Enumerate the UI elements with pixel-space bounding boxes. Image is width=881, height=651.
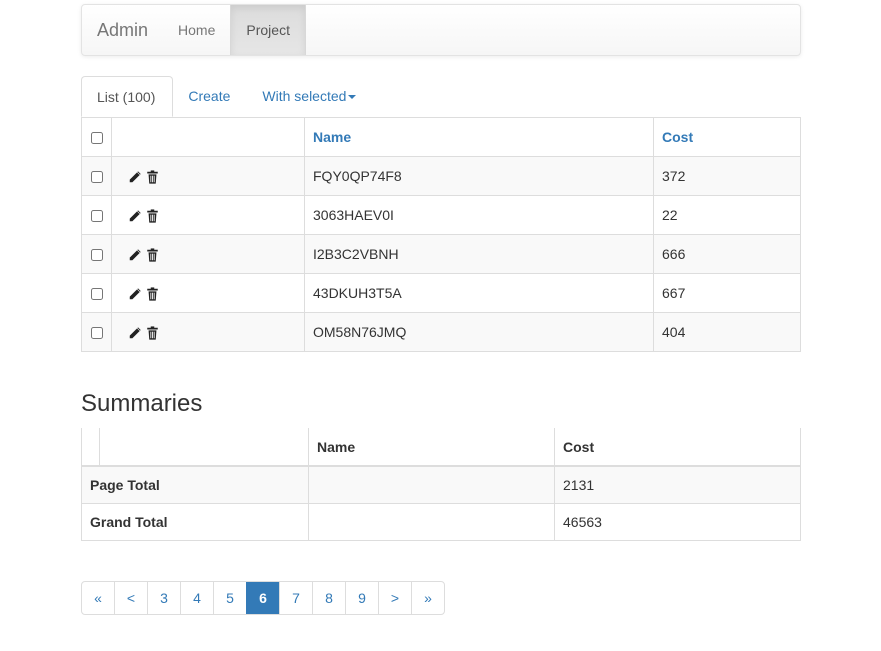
tab-bar: List (100) Create With selected [81, 76, 801, 117]
select-all-cell [81, 117, 112, 157]
row-cost: 667 [653, 273, 801, 313]
delete-button[interactable] [146, 285, 159, 301]
sort-name-link[interactable]: Name [313, 129, 351, 145]
summaries-label-header [99, 428, 309, 467]
row-checkbox[interactable] [90, 327, 103, 340]
row-cost: 372 [653, 156, 801, 196]
page-8[interactable]: 8 [312, 582, 345, 614]
trash-icon [147, 248, 158, 262]
summaries-name-header: Name [308, 428, 555, 467]
pencil-icon [129, 171, 141, 183]
pagination: « < 3 4 5 6 7 8 9 > » [81, 581, 445, 615]
brand-link[interactable]: Admin [82, 5, 163, 55]
summary-row-grand-total: Grand Total 46563 [81, 502, 801, 541]
row-cost: 404 [653, 312, 801, 352]
summaries-title: Summaries [81, 390, 203, 417]
row-actions [111, 156, 305, 196]
row-name: 43DKUH3T5A [304, 273, 654, 313]
edit-button[interactable] [128, 285, 142, 301]
delete-button[interactable] [146, 207, 159, 223]
actions-header [111, 117, 305, 157]
row-actions [111, 312, 305, 352]
summary-cost: 2131 [554, 465, 801, 504]
row-name: OM58N76JMQ [304, 312, 654, 352]
trash-icon [147, 209, 158, 223]
table-row: I2B3C2VBNH 666 [81, 234, 801, 274]
tab-create[interactable]: Create [173, 76, 247, 117]
nav-project[interactable]: Project [230, 5, 306, 55]
table-row: FQY0QP74F8 372 [81, 156, 801, 196]
navbar: Admin Home Project [81, 4, 801, 56]
edit-button[interactable] [128, 246, 142, 262]
page-3[interactable]: 3 [147, 582, 180, 614]
row-select-cell [81, 156, 112, 196]
tab-with-selected[interactable]: With selected [247, 76, 373, 117]
row-checkbox[interactable] [90, 288, 103, 301]
nav-home[interactable]: Home [163, 5, 230, 55]
row-actions [111, 195, 305, 235]
row-cost: 666 [653, 234, 801, 274]
row-checkbox[interactable] [90, 171, 103, 184]
row-name: FQY0QP74F8 [304, 156, 654, 196]
summaries-blank-header [81, 428, 100, 467]
row-actions [111, 273, 305, 313]
row-checkbox[interactable] [90, 249, 103, 262]
pencil-icon [129, 249, 141, 261]
pencil-icon [129, 210, 141, 222]
table-header-row: Name Cost [81, 117, 801, 157]
edit-button[interactable] [128, 207, 142, 223]
page-7[interactable]: 7 [279, 582, 312, 614]
cost-header[interactable]: Cost [653, 117, 801, 157]
row-select-cell [81, 195, 112, 235]
summary-label: Grand Total [81, 502, 309, 541]
list-table: Name Cost FQY0QP74F8 372 3063HAEV0I 22 I… [81, 117, 801, 352]
page-last[interactable]: » [411, 582, 444, 614]
row-select-cell [81, 273, 112, 313]
delete-button[interactable] [146, 168, 159, 184]
select-all-checkbox[interactable] [90, 132, 103, 145]
page-first[interactable]: « [82, 582, 114, 614]
trash-icon [147, 326, 158, 340]
page-4[interactable]: 4 [180, 582, 213, 614]
edit-button[interactable] [128, 324, 142, 340]
page-prev[interactable]: < [114, 582, 147, 614]
page-6-current[interactable]: 6 [246, 582, 279, 614]
delete-button[interactable] [146, 324, 159, 340]
table-row: OM58N76JMQ 404 [81, 312, 801, 352]
edit-button[interactable] [128, 168, 142, 184]
summaries-cost-header: Cost [554, 428, 801, 467]
row-name: I2B3C2VBNH [304, 234, 654, 274]
row-actions [111, 234, 305, 274]
row-checkbox[interactable] [90, 210, 103, 223]
with-selected-label: With selected [262, 88, 347, 104]
tab-list[interactable]: List (100) [81, 76, 174, 117]
row-cost: 22 [653, 195, 801, 235]
caret-down-icon [348, 95, 357, 100]
sort-cost-link[interactable]: Cost [662, 129, 693, 145]
summary-name [308, 465, 555, 504]
summary-label: Page Total [81, 465, 309, 504]
row-select-cell [81, 234, 112, 274]
trash-icon [147, 287, 158, 301]
trash-icon [147, 170, 158, 184]
summary-cost: 46563 [554, 502, 801, 541]
delete-button[interactable] [146, 246, 159, 262]
pencil-icon [129, 327, 141, 339]
summary-name [308, 502, 555, 541]
summaries-table: Name Cost Page Total 2131 Grand Total 46… [81, 428, 801, 541]
row-name: 3063HAEV0I [304, 195, 654, 235]
name-header[interactable]: Name [304, 117, 654, 157]
page-9[interactable]: 9 [345, 582, 378, 614]
summary-row-page-total: Page Total 2131 [81, 465, 801, 504]
table-row: 43DKUH3T5A 667 [81, 273, 801, 313]
page-5[interactable]: 5 [213, 582, 246, 614]
table-row: 3063HAEV0I 22 [81, 195, 801, 235]
page-next[interactable]: > [378, 582, 411, 614]
row-select-cell [81, 312, 112, 352]
pencil-icon [129, 288, 141, 300]
summaries-header-row: Name Cost [81, 428, 801, 467]
